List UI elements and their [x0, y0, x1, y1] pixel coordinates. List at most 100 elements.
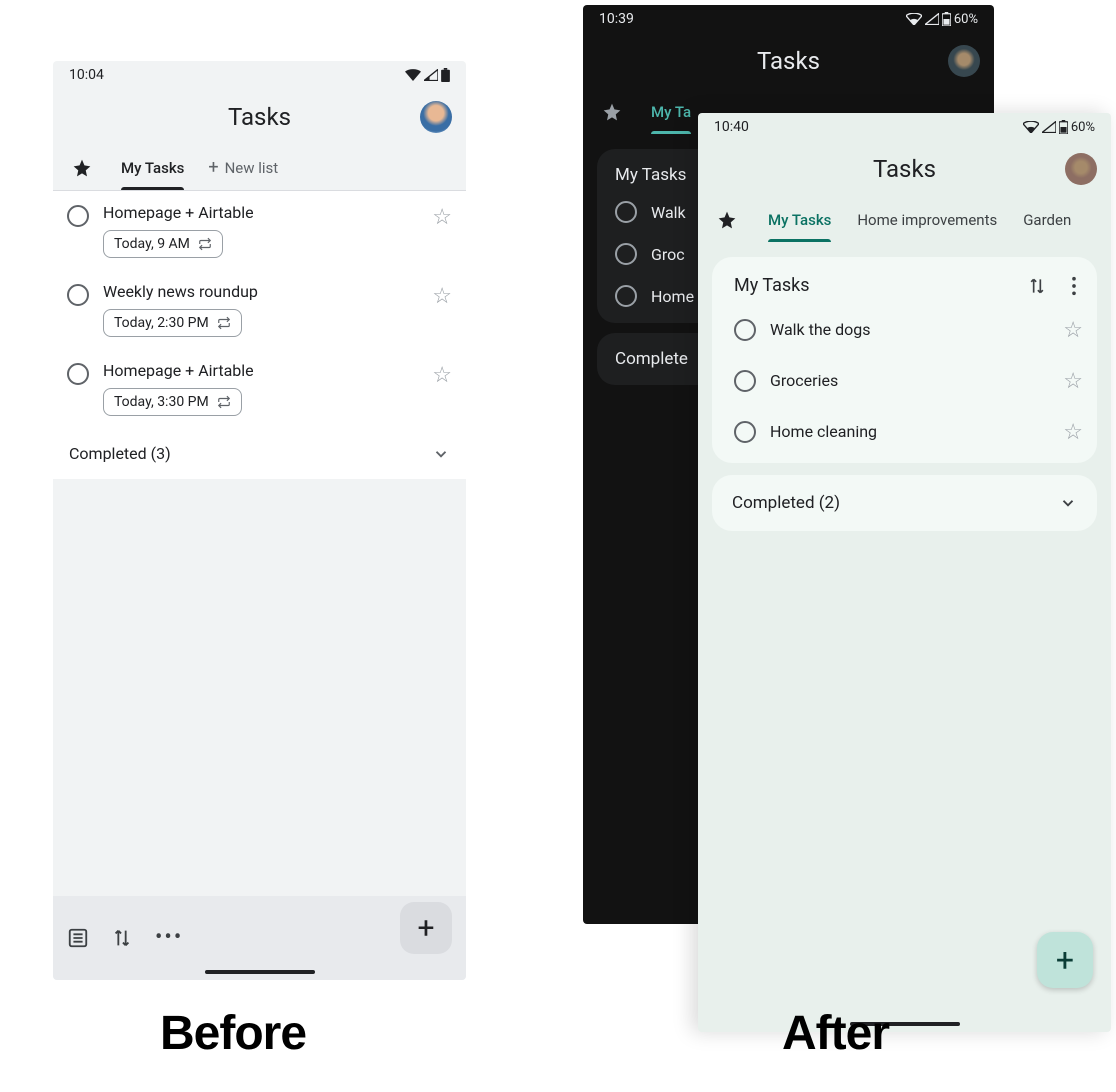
battery-icon: [441, 68, 450, 82]
checkbox-circle[interactable]: [615, 201, 637, 223]
status-bar: 10:40 60%: [698, 113, 1111, 141]
tab-garden[interactable]: Garden: [1023, 199, 1071, 241]
repeat-icon: [198, 237, 212, 251]
star-outline-icon[interactable]: ☆: [1063, 420, 1083, 445]
avatar[interactable]: [948, 45, 980, 77]
completed-section[interactable]: Completed (2): [712, 475, 1097, 531]
star-icon: [72, 158, 92, 178]
tab-my-tasks[interactable]: My Tasks: [121, 147, 184, 189]
task-row[interactable]: Home cleaning ☆: [712, 406, 1097, 457]
status-time: 10:04: [69, 67, 104, 83]
task-row[interactable]: Groceries ☆: [712, 355, 1097, 406]
sort-icon[interactable]: [1027, 276, 1047, 296]
starred-tab[interactable]: [597, 102, 627, 122]
tab-my-tasks[interactable]: My Tasks: [768, 199, 831, 241]
completed-label: Completed (3): [69, 444, 171, 463]
checkbox-circle[interactable]: [67, 205, 89, 227]
cell-icon: [925, 13, 939, 25]
checkbox-circle[interactable]: [67, 363, 89, 385]
caption-before: Before: [160, 1006, 306, 1061]
bottom-bar: ••• +: [53, 896, 466, 980]
star-outline-icon[interactable]: ☆: [432, 205, 452, 230]
tabs: My Tasks Home improvements Garden: [698, 197, 1111, 243]
date-chip[interactable]: Today, 2:30 PM: [103, 309, 242, 337]
avatar[interactable]: [1065, 153, 1097, 185]
status-icons: [405, 68, 450, 82]
cell-icon: [424, 69, 438, 81]
task-title: Homepage + Airtable: [103, 203, 418, 222]
fab-add[interactable]: +: [400, 902, 452, 954]
task-list: Homepage + Airtable Today, 9 AM ☆ Weekly…: [53, 191, 466, 428]
more-vert-icon[interactable]: [1065, 276, 1083, 296]
task-row[interactable]: Homepage + Airtable Today, 3:30 PM ☆: [53, 349, 466, 428]
app-header: Tasks: [583, 33, 994, 89]
date-chip[interactable]: Today, 9 AM: [103, 230, 223, 258]
task-title: Homepage + Airtable: [103, 361, 418, 380]
gesture-bar: [205, 970, 315, 974]
task-row[interactable]: Weekly news roundup Today, 2:30 PM ☆: [53, 270, 466, 349]
avatar[interactable]: [420, 101, 452, 133]
checkbox-circle[interactable]: [734, 370, 756, 392]
checkbox-circle[interactable]: [734, 319, 756, 341]
chevron-down-icon: [432, 445, 450, 463]
starred-tab[interactable]: [67, 158, 97, 178]
star-outline-icon[interactable]: ☆: [1063, 369, 1083, 394]
new-list-label: New list: [225, 159, 279, 177]
status-bar: 10:39 60%: [583, 5, 994, 33]
status-bar: 10:04: [53, 61, 466, 89]
battery-pct: 60%: [954, 12, 978, 27]
task-title: Walk: [651, 203, 686, 222]
battery-icon: [1059, 120, 1068, 134]
star-outline-icon[interactable]: ☆: [432, 284, 452, 309]
completed-label: Completed (2): [732, 493, 840, 513]
task-card: My Tasks Walk the dogs ☆ Groceries ☆ Hom…: [712, 257, 1097, 463]
wifi-icon: [1023, 121, 1039, 133]
fab-add[interactable]: +: [1037, 932, 1093, 988]
battery-pct: 60%: [1071, 120, 1095, 135]
checkbox-circle[interactable]: [615, 243, 637, 265]
task-row[interactable]: Walk the dogs ☆: [712, 304, 1097, 355]
after-screenshot: 10:40 60% Tasks My Tasks Home improvemen…: [698, 113, 1111, 1032]
starred-tab[interactable]: [712, 210, 742, 230]
checkbox-circle[interactable]: [615, 285, 637, 307]
caption-after: After: [782, 1006, 889, 1061]
status-icons: 60%: [906, 12, 978, 27]
card-actions: [1027, 276, 1083, 296]
star-outline-icon[interactable]: ☆: [432, 363, 452, 388]
tab-home-improvements[interactable]: Home improvements: [857, 199, 997, 241]
before-screenshot: 10:04 Tasks My Tasks + New list Homepage…: [53, 61, 466, 980]
task-title: Home: [651, 287, 694, 306]
app-header: Tasks: [698, 141, 1111, 197]
app-title: Tasks: [873, 155, 936, 183]
cell-icon: [1042, 121, 1056, 133]
tab-my-tasks[interactable]: My Ta: [651, 91, 691, 133]
tabs: My Tasks + New list: [53, 145, 466, 191]
completed-section[interactable]: Completed (3): [53, 428, 466, 479]
battery-icon: [942, 12, 951, 26]
checkbox-circle[interactable]: [734, 421, 756, 443]
task-title: Groceries: [770, 371, 1049, 390]
tab-new-list[interactable]: + New list: [208, 145, 278, 190]
list-view-icon[interactable]: [67, 927, 89, 949]
status-time: 10:39: [599, 11, 634, 27]
repeat-icon: [217, 316, 231, 330]
task-row[interactable]: Homepage + Airtable Today, 9 AM ☆: [53, 191, 466, 270]
sort-icon[interactable]: [111, 927, 133, 949]
status-time: 10:40: [714, 119, 749, 135]
app-title: Tasks: [757, 47, 820, 75]
repeat-icon: [217, 395, 231, 409]
task-title: Groc: [651, 245, 685, 264]
app-title: Tasks: [228, 103, 291, 131]
app-header: Tasks: [53, 89, 466, 145]
completed-label: Complete: [615, 349, 688, 369]
date-chip-label: Today, 2:30 PM: [114, 315, 209, 331]
date-chip[interactable]: Today, 3:30 PM: [103, 388, 242, 416]
star-outline-icon[interactable]: ☆: [1063, 318, 1083, 343]
task-title: Walk the dogs: [770, 320, 1049, 339]
card-header: My Tasks: [712, 261, 1097, 304]
plus-icon: +: [208, 157, 218, 178]
card-title: My Tasks: [734, 275, 810, 296]
wifi-icon: [405, 69, 421, 81]
wifi-icon: [906, 13, 922, 25]
checkbox-circle[interactable]: [67, 284, 89, 306]
